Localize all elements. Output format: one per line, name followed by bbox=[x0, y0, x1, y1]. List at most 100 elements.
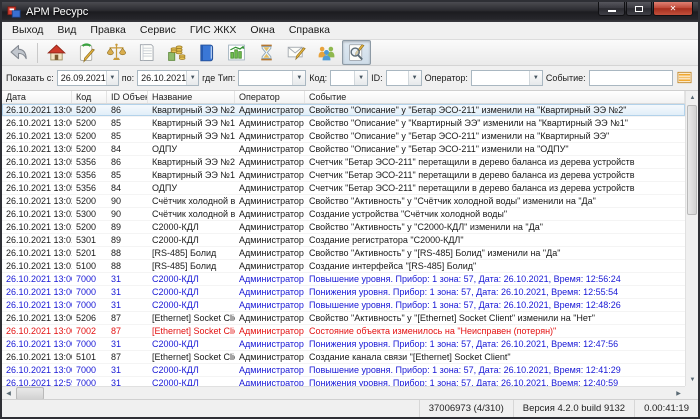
table-row[interactable]: 26.10.2021 13:00:15700031С2000-КДЛАдмини… bbox=[2, 338, 685, 351]
scroll-down-icon[interactable]: ▼ bbox=[686, 373, 698, 386]
menu-item-Вид[interactable]: Вид bbox=[50, 23, 83, 38]
event-filter-input[interactable] bbox=[589, 70, 673, 86]
back-arrow-icon[interactable] bbox=[4, 40, 33, 65]
balance-scales-icon[interactable] bbox=[102, 40, 131, 65]
history-hourglass-icon[interactable] bbox=[252, 40, 281, 65]
operator-combo[interactable]: ▼ bbox=[471, 70, 543, 86]
app-window: АРМ Ресурс ✕ ВыходВидПравкаСервисГИС ЖКХ… bbox=[0, 0, 700, 419]
table-row[interactable]: 26.10.2021 13:05:37520084ОДПУАдминистрат… bbox=[2, 143, 685, 156]
menu-item-Правка[interactable]: Правка bbox=[83, 23, 132, 38]
id-combo[interactable]: ▼ bbox=[386, 70, 422, 86]
cell-code: 7000 bbox=[72, 286, 107, 298]
column-header-object_id[interactable]: ID Объекта bbox=[107, 91, 148, 103]
toolbar bbox=[2, 40, 698, 66]
menu-item-ГИС ЖКХ[interactable]: ГИС ЖКХ bbox=[183, 23, 244, 38]
table-row[interactable]: 26.10.2021 13:01:59530189С2000-КДЛАдмини… bbox=[2, 234, 685, 247]
cell-event: Повышение уровня. Прибор: 1 зона: 57, Да… bbox=[305, 273, 685, 285]
close-button[interactable]: ✕ bbox=[653, 2, 693, 16]
cell-date: 26.10.2021 13:06:01 bbox=[2, 117, 72, 129]
cell-event: Создание регистратора "С2000-КДЛ" bbox=[305, 234, 685, 246]
type-combo[interactable]: ▼ bbox=[238, 70, 306, 86]
vertical-scroll-thumb[interactable] bbox=[687, 105, 697, 215]
vertical-scrollbar[interactable]: ▲ ▼ bbox=[685, 91, 698, 386]
table-row[interactable]: 26.10.2021 13:00:21700287[Ethernet] Sock… bbox=[2, 325, 685, 338]
charts-icon[interactable] bbox=[222, 40, 251, 65]
table-row[interactable]: 26.10.2021 13:05:00535684ОДПУАдминистрат… bbox=[2, 182, 685, 195]
cell-operator: Администратор bbox=[235, 156, 305, 168]
cell-code: 7000 bbox=[72, 338, 107, 350]
column-header-code[interactable]: Код bbox=[72, 91, 107, 103]
column-header-name[interactable]: Название bbox=[148, 91, 235, 103]
chevron-down-icon[interactable]: ▼ bbox=[354, 71, 367, 85]
type-label: где Тип: bbox=[202, 73, 235, 83]
cell-code: 5101 bbox=[72, 351, 107, 363]
reference-book-icon[interactable] bbox=[192, 40, 221, 65]
column-header-date[interactable]: Дата bbox=[2, 91, 72, 103]
horizontal-scroll-thumb[interactable] bbox=[16, 387, 44, 400]
cell-name: Счётчик холодной воды bbox=[148, 195, 235, 207]
table-row[interactable]: 26.10.2021 13:02:04530090Счётчик холодно… bbox=[2, 208, 685, 221]
table-row[interactable]: 26.10.2021 13:01:51520188[RS-485] БолидА… bbox=[2, 247, 685, 260]
journal-icon[interactable] bbox=[132, 40, 161, 65]
table-icon bbox=[677, 70, 692, 87]
cell-object_id: 84 bbox=[107, 143, 148, 155]
table-header: ДатаКодID ОбъектаНазваниеОператорСобытие bbox=[2, 91, 685, 104]
cell-object_id: 88 bbox=[107, 247, 148, 259]
table-row[interactable]: 26.10.2021 13:05:05535686Квартирный ЭЭ №… bbox=[2, 156, 685, 169]
table-row[interactable]: 26.10.2021 13:00:06510187[Ethernet] Sock… bbox=[2, 351, 685, 364]
maximize-button[interactable] bbox=[626, 2, 652, 16]
column-header-operator[interactable]: Оператор bbox=[235, 91, 305, 103]
cell-operator: Администратор bbox=[235, 182, 305, 194]
chevron-down-icon[interactable]: ▼ bbox=[292, 71, 305, 85]
menu-item-Сервис[interactable]: Сервис bbox=[133, 23, 183, 38]
scroll-up-icon[interactable]: ▲ bbox=[686, 91, 698, 104]
table-row[interactable]: 26.10.2021 13:02:04520090Счётчик холодно… bbox=[2, 195, 685, 208]
minimize-button[interactable] bbox=[598, 2, 625, 16]
scroll-right-icon[interactable]: ▶ bbox=[672, 387, 685, 400]
operator-label: Оператор: bbox=[425, 73, 468, 83]
date-from-combo[interactable]: 26.09.2021▼ bbox=[57, 70, 119, 86]
cell-object_id: 86 bbox=[107, 156, 148, 168]
cell-operator: Администратор bbox=[235, 299, 305, 311]
cell-operator: Администратор bbox=[235, 286, 305, 298]
log-search-icon[interactable] bbox=[342, 40, 371, 65]
chevron-down-icon[interactable]: ▼ bbox=[408, 71, 421, 85]
date-to-combo[interactable]: 26.10.2021▼ bbox=[137, 70, 199, 86]
cell-object_id: 31 bbox=[107, 299, 148, 311]
chevron-down-icon[interactable]: ▼ bbox=[106, 71, 118, 85]
menu-item-Окна[interactable]: Окна bbox=[243, 23, 281, 38]
code-combo[interactable]: ▼ bbox=[330, 70, 368, 86]
refresh-button[interactable] bbox=[697, 69, 698, 87]
table-row[interactable]: 26.10.2021 13:06:01520085Квартирный ЭЭ №… bbox=[2, 117, 685, 130]
cell-event: Повышение уровня. Прибор: 1 зона: 57, Да… bbox=[305, 299, 685, 311]
finance-coins-icon[interactable] bbox=[162, 40, 191, 65]
menu-item-Справка[interactable]: Справка bbox=[282, 23, 337, 38]
table-row[interactable]: 26.10.2021 13:06:06520086Квартирный ЭЭ №… bbox=[2, 104, 685, 117]
chevron-down-icon[interactable]: ▼ bbox=[529, 71, 542, 85]
table-row[interactable]: 26.10.2021 13:00:24700031С2000-КДЛАдмини… bbox=[2, 299, 685, 312]
status-version: Версия 4.2.0 build 9132 bbox=[513, 400, 634, 417]
edit-tasks-icon[interactable] bbox=[72, 40, 101, 65]
table-row[interactable]: 26.10.2021 13:00:05700031С2000-КДЛАдмини… bbox=[2, 364, 685, 377]
scroll-left-icon[interactable]: ◀ bbox=[2, 387, 15, 400]
event-list-button[interactable] bbox=[676, 69, 694, 87]
cell-name: [Ethernet] Socket Client bbox=[148, 351, 235, 363]
cell-operator: Администратор bbox=[235, 273, 305, 285]
table-row[interactable]: 26.10.2021 13:05:45520085Квартирный ЭЭ №… bbox=[2, 130, 685, 143]
table-row[interactable]: 26.10.2021 13:00:33700031С2000-КДЛАдмини… bbox=[2, 286, 685, 299]
chevron-down-icon[interactable]: ▼ bbox=[186, 71, 198, 85]
menu-item-Выход[interactable]: Выход bbox=[5, 23, 50, 38]
table-row[interactable]: 26.10.2021 13:00:43700031С2000-КДЛАдмини… bbox=[2, 273, 685, 286]
table-row[interactable]: 26.10.2021 13:05:02535685Квартирный ЭЭ №… bbox=[2, 169, 685, 182]
menu-bar: ВыходВидПравкаСервисГИС ЖКХОкнаСправка bbox=[2, 22, 698, 40]
table-row[interactable]: 26.10.2021 13:01:51510088[RS-485] БолидА… bbox=[2, 260, 685, 273]
horizontal-scrollbar[interactable]: ◀ ▶ bbox=[2, 386, 685, 399]
objects-home-icon[interactable] bbox=[42, 40, 71, 65]
cell-event: Создание интерфейса "[RS-485] Болид" bbox=[305, 260, 685, 272]
app-icon bbox=[7, 5, 21, 19]
table-row[interactable]: 26.10.2021 13:00:21520687[Ethernet] Sock… bbox=[2, 312, 685, 325]
mail-icon[interactable] bbox=[282, 40, 311, 65]
table-row[interactable]: 26.10.2021 13:01:59520089С2000-КДЛАдмини… bbox=[2, 221, 685, 234]
users-icon[interactable] bbox=[312, 40, 341, 65]
column-header-event[interactable]: Событие bbox=[305, 91, 685, 103]
